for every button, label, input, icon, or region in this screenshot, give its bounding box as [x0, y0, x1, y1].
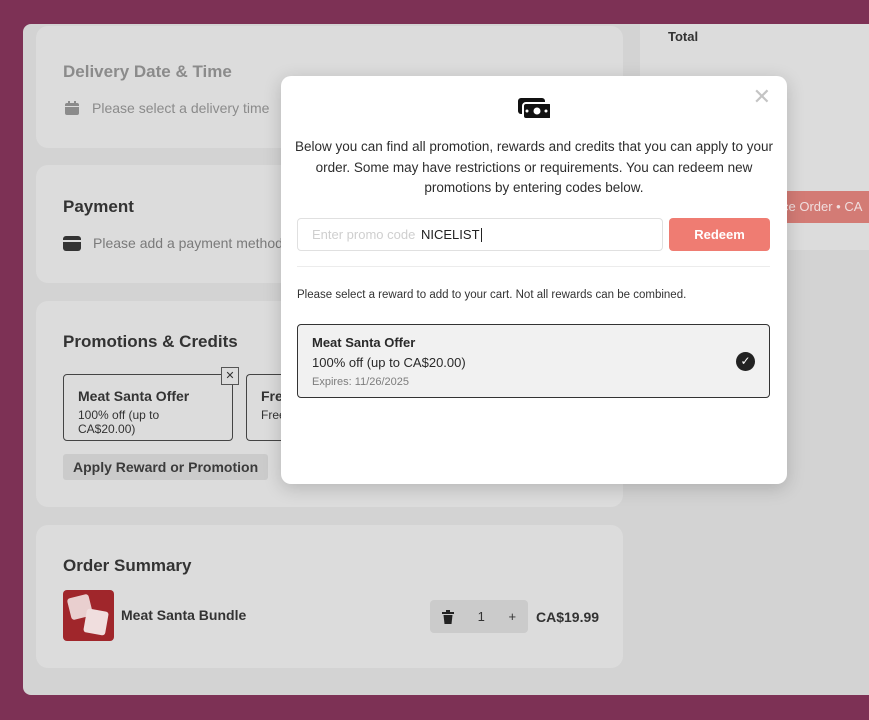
card-icon: [63, 235, 81, 251]
reward-option[interactable]: Meat Santa Offer 100% off (up to CA$20.0…: [297, 324, 770, 398]
payment-title: Payment: [63, 197, 134, 216]
calendar-icon: [65, 101, 79, 115]
close-icon[interactable]: ✕: [753, 86, 771, 108]
remove-promo-close-icon[interactable]: ✕: [221, 367, 239, 385]
product-price: CA$19.99: [536, 609, 600, 625]
total-label: Total: [668, 29, 699, 44]
promo-code-placeholder: Enter promo code: [312, 227, 416, 242]
payment-placeholder: Please add a payment method: [93, 235, 283, 251]
quantity-stepper: 1 +: [430, 600, 528, 633]
reward-subtitle: 100% off (up to CA$20.00): [312, 355, 466, 370]
apply-reward-button[interactable]: Apply Reward or Promotion: [63, 454, 269, 480]
delivery-title: Delivery Date & Time: [63, 62, 232, 81]
reward-select-note: Please select a reward to add to your ca…: [297, 289, 687, 301]
product-thumbnail: [63, 590, 114, 641]
divider: [297, 266, 770, 267]
checkmark-icon[interactable]: ✓: [736, 352, 755, 371]
trash-icon[interactable]: [441, 609, 454, 624]
order-summary-card: Order Summary Meat Santa Bundle 1 + CA$1…: [36, 525, 623, 668]
quantity-value: 1: [477, 609, 485, 624]
promo-code-input[interactable]: Enter promo code NICELIST: [297, 218, 663, 251]
increment-button[interactable]: +: [509, 609, 517, 624]
delivery-placeholder: Please select a delivery time: [92, 100, 270, 116]
redeem-button[interactable]: Redeem: [669, 218, 770, 251]
payment-select-row[interactable]: Please add a payment method: [63, 235, 283, 251]
promo-chip[interactable]: Meat Santa Offer 100% off (up to CA$20.0…: [63, 367, 239, 441]
promo-chip-title: Meat Santa Offer: [78, 388, 190, 404]
money-icon: [518, 98, 550, 120]
reward-title: Meat Santa Offer: [312, 335, 416, 350]
modal-description: Below you can find all promotion, reward…: [295, 139, 774, 195]
promotions-modal: ✕ Below you can find all promotion, rewa…: [281, 76, 787, 484]
product-name: Meat Santa Bundle: [121, 607, 247, 623]
order-summary-title: Order Summary: [63, 556, 192, 575]
promotions-title: Promotions & Credits: [63, 332, 238, 351]
reward-expiry: Expires: 11/26/2025: [312, 376, 410, 388]
delivery-select-row[interactable]: Please select a delivery time: [64, 100, 269, 116]
promo-code-value: NICELIST: [421, 226, 482, 243]
promo-chip-subtitle: 100% off (up to CA$20.00): [78, 408, 160, 436]
